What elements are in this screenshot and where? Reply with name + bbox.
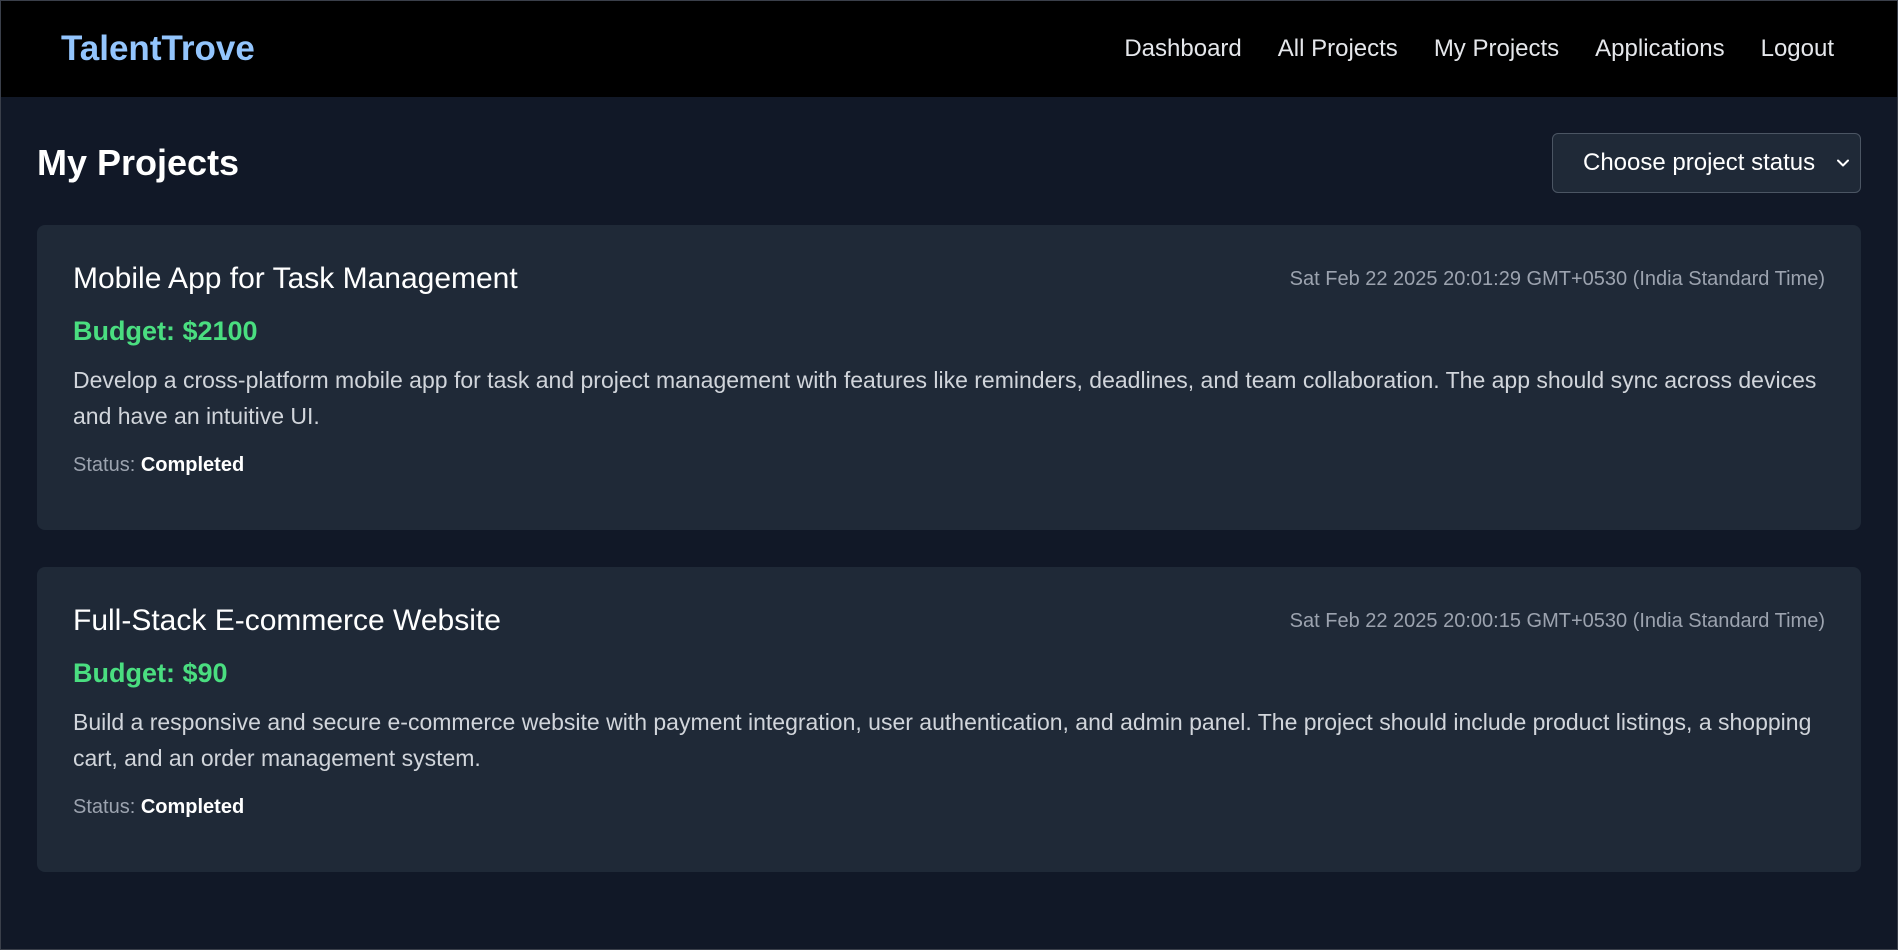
project-title: Full-Stack E-commerce Website [73,604,501,637]
project-status: Status: Completed [73,454,1825,477]
project-card[interactable]: Mobile App for Task Management Sat Feb 2… [37,225,1861,530]
project-description: Build a responsive and secure e-commerce… [73,709,1812,771]
project-date: Sat Feb 22 2025 20:01:29 GMT+0530 (India… [1289,268,1825,290]
page-title: My Projects [37,142,240,183]
status-value: Completed [140,796,245,818]
nav-links: Dashboard All Projects My Projects Appli… [1124,35,1837,63]
nav-link-dashboard[interactable]: Dashboard [1124,35,1241,63]
project-card[interactable]: Full-Stack E-commerce Website Sat Feb 22… [37,567,1861,872]
navbar: TalentTrove Dashboard All Projects My Pr… [1,1,1897,97]
page: TalentTrove Dashboard All Projects My Pr… [0,0,1898,950]
project-status: Status: Completed [73,796,1825,819]
nav-link-my-projects[interactable]: My Projects [1434,35,1559,63]
main-content: My Projects Choose project status Mobile… [1,97,1897,945]
brand-logo[interactable]: TalentTrove [61,29,255,69]
project-status-select[interactable]: Choose project status [1552,133,1861,193]
project-budget: Budget: $90 [73,658,228,688]
status-value: Completed [140,454,245,476]
nav-link-logout[interactable]: Logout [1761,35,1834,63]
nav-link-all-projects[interactable]: All Projects [1278,35,1398,63]
project-card-header: Mobile App for Task Management Sat Feb 2… [73,261,1825,297]
status-label: Status: [73,796,136,818]
nav-link-applications[interactable]: Applications [1595,35,1724,63]
status-label: Status: [73,454,136,476]
project-budget: Budget: $2100 [73,316,258,346]
project-title: Mobile App for Task Management [73,262,518,295]
project-description: Develop a cross-platform mobile app for … [73,367,1817,429]
project-card-header: Full-Stack E-commerce Website Sat Feb 22… [73,603,1825,639]
chevron-down-icon [1836,156,1850,170]
page-header: My Projects Choose project status [37,133,1861,193]
project-date: Sat Feb 22 2025 20:00:15 GMT+0530 (India… [1289,610,1825,632]
status-select-value: Choose project status [1583,149,1816,176]
